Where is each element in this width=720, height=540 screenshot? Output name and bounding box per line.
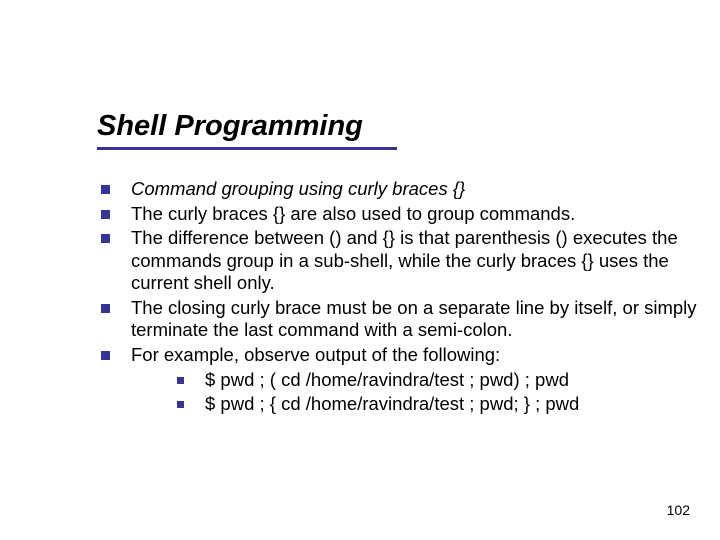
title-block: Shell Programming bbox=[97, 110, 397, 150]
sub-bullet-text: $ pwd ; { cd /home/ravindra/test ; pwd; … bbox=[205, 393, 579, 414]
bullet-item: The curly braces {} are also used to gro… bbox=[97, 203, 697, 226]
bullet-text: For example, observe output of the follo… bbox=[131, 344, 500, 365]
bullet-text: The difference between () and {} is that… bbox=[131, 227, 678, 293]
square-bullet-icon bbox=[177, 377, 184, 384]
bullet-text: The closing curly brace must be on a sep… bbox=[131, 297, 697, 341]
sub-bullet-item: $ pwd ; ( cd /home/ravindra/test ; pwd) … bbox=[131, 369, 697, 392]
bullet-item: For example, observe output of the follo… bbox=[97, 344, 697, 416]
bullet-item: The difference between () and {} is that… bbox=[97, 227, 697, 295]
slide-body: Command grouping using curly braces {} T… bbox=[97, 178, 697, 418]
slide-title: Shell Programming bbox=[97, 110, 397, 143]
bullet-text: The curly braces {} are also used to gro… bbox=[131, 203, 575, 224]
sub-bullet-item: $ pwd ; { cd /home/ravindra/test ; pwd; … bbox=[131, 393, 697, 416]
slide: Shell Programming Command grouping using… bbox=[0, 0, 720, 540]
bullet-text: Command grouping using curly braces {} bbox=[131, 178, 465, 199]
square-bullet-icon bbox=[101, 304, 110, 313]
bullet-item: The closing curly brace must be on a sep… bbox=[97, 297, 697, 342]
bullet-item: Command grouping using curly braces {} bbox=[97, 178, 697, 201]
square-bullet-icon bbox=[177, 401, 184, 408]
square-bullet-icon bbox=[101, 185, 110, 194]
square-bullet-icon bbox=[101, 351, 110, 360]
title-underline bbox=[97, 147, 397, 150]
sub-bullet-text: $ pwd ; ( cd /home/ravindra/test ; pwd) … bbox=[205, 369, 569, 390]
square-bullet-icon bbox=[101, 210, 110, 219]
page-number: 102 bbox=[667, 502, 690, 518]
square-bullet-icon bbox=[101, 234, 110, 243]
